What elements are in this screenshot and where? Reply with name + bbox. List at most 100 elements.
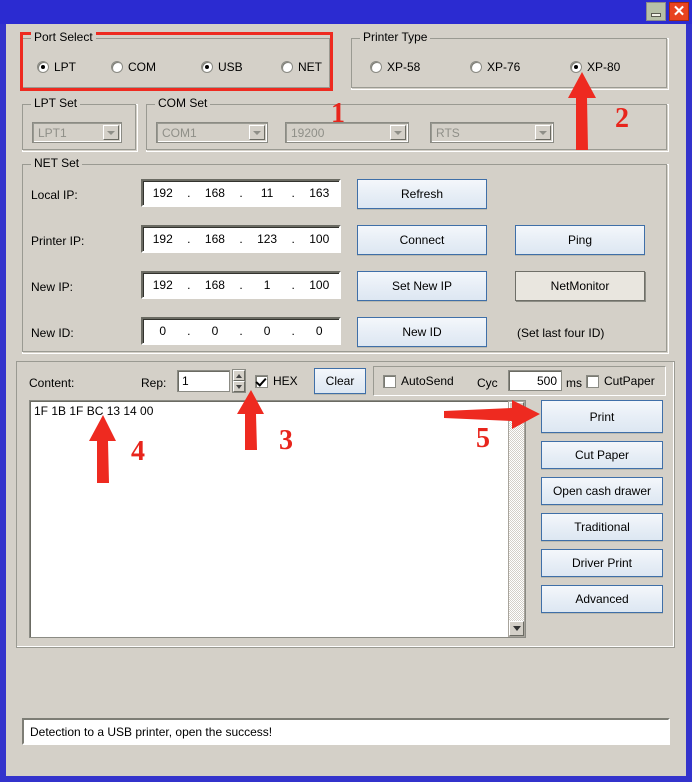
title-bar: ✕ <box>0 0 692 24</box>
window-controls: ✕ <box>646 2 689 21</box>
button-label: Refresh <box>400 187 444 201</box>
netmonitor-button[interactable]: NetMonitor <box>515 271 645 301</box>
spinner-up-icon[interactable] <box>233 370 245 381</box>
chevron-down-icon[interactable] <box>390 125 406 140</box>
content-label: Content: <box>29 376 75 390</box>
lpt-set-legend: LPT Set <box>31 97 81 109</box>
scroll-down-icon[interactable] <box>509 621 524 636</box>
printer-ip-input[interactable]: 192. 168. 123. 100 <box>141 225 341 253</box>
rep-input[interactable]: 1 <box>177 370 230 392</box>
scroll-up-icon[interactable] <box>509 402 524 417</box>
id-octet: 0 <box>315 324 323 338</box>
ip-separator: . <box>291 186 295 200</box>
com-baud-select[interactable]: 19200 <box>285 122 409 143</box>
minimize-button[interactable] <box>646 2 666 21</box>
radio-label: XP-76 <box>487 60 521 74</box>
radio-port-usb[interactable]: USB <box>201 60 243 74</box>
radio-dot-icon <box>570 61 582 73</box>
new-ip-label: New IP: <box>31 280 74 294</box>
printer-type-group: Printer Type XP-58 XP-76 XP-80 <box>351 31 669 90</box>
id-octet: 0 <box>263 324 271 338</box>
com-flow-select[interactable]: RTS <box>430 122 554 143</box>
close-button[interactable]: ✕ <box>669 2 689 21</box>
ip-separator: . <box>187 278 191 292</box>
driver-print-button[interactable]: Driver Print <box>541 549 663 577</box>
radio-type-xp58[interactable]: XP-58 <box>370 60 420 74</box>
button-label: Set New IP <box>391 279 453 293</box>
content-scrollbar[interactable] <box>508 401 525 637</box>
hex-label: HEX <box>273 374 298 388</box>
open-cash-drawer-button[interactable]: Open cash drawer <box>541 477 663 505</box>
radio-dot-icon <box>470 61 482 73</box>
ip-separator: . <box>239 278 243 292</box>
traditional-button[interactable]: Traditional <box>541 513 663 541</box>
checkbox-icon <box>255 374 268 388</box>
button-label: Advanced <box>575 592 629 606</box>
button-label: Driver Print <box>571 556 632 570</box>
com-baud-value: 19200 <box>291 125 325 140</box>
cyc-input[interactable]: 500 <box>508 370 562 391</box>
content-panel: Content: Rep: 1 HEX Clear AutoSend Cyc 5… <box>16 361 675 648</box>
new-ip-input[interactable]: 192. 168. 1. 100 <box>141 271 341 299</box>
ip-octet: 11 <box>260 186 274 200</box>
radio-dot-icon <box>111 61 123 73</box>
radio-port-lpt[interactable]: LPT <box>37 60 76 74</box>
radio-dot-icon <box>37 61 49 73</box>
ip-octet: 192 <box>152 278 173 292</box>
ip-separator: . <box>187 324 191 338</box>
radio-label: COM <box>128 60 156 74</box>
ip-separator: . <box>187 232 191 246</box>
id-octet: 0 <box>211 324 219 338</box>
button-label: Ping <box>567 233 593 247</box>
local-ip-input[interactable]: 192. 168. 11. 163 <box>141 179 341 207</box>
new-id-label: New ID: <box>31 326 74 340</box>
content-text: 1F 1B 1F BC 13 14 00 <box>34 404 154 418</box>
radio-type-xp80[interactable]: XP-80 <box>570 60 620 74</box>
chevron-down-icon[interactable] <box>535 125 551 140</box>
status-message: Detection to a USB printer, open the suc… <box>30 724 273 739</box>
chevron-down-icon[interactable] <box>249 125 265 140</box>
radio-port-com[interactable]: COM <box>111 60 156 74</box>
lpt-port-select[interactable]: LPT1 <box>32 122 122 143</box>
checkbox-icon <box>383 374 396 388</box>
port-select-legend: Port Select <box>31 31 96 43</box>
id-octet: 0 <box>159 324 167 338</box>
ip-octet: 168 <box>204 186 225 200</box>
autosend-checkbox[interactable]: AutoSend <box>383 374 454 388</box>
ip-separator: . <box>239 232 243 246</box>
rep-value: 1 <box>182 374 189 388</box>
com-set-legend: COM Set <box>155 97 211 109</box>
cutpaper-checkbox[interactable]: CutPaper <box>586 374 655 388</box>
spinner-down-icon[interactable] <box>233 381 245 392</box>
radio-type-xp76[interactable]: XP-76 <box>470 60 520 74</box>
print-button[interactable]: Print <box>541 400 663 433</box>
ip-octet: 100 <box>309 278 330 292</box>
hex-checkbox[interactable]: HEX <box>255 374 298 388</box>
radio-dot-icon <box>370 61 382 73</box>
new-id-button[interactable]: New ID <box>357 317 487 347</box>
ip-separator: . <box>291 278 295 292</box>
button-label: New ID <box>402 325 442 339</box>
cut-paper-button[interactable]: Cut Paper <box>541 441 663 469</box>
rep-label: Rep: <box>141 376 167 390</box>
radio-dot-icon <box>201 61 213 73</box>
advanced-button[interactable]: Advanced <box>541 585 663 613</box>
set-new-ip-button[interactable]: Set New IP <box>357 271 487 301</box>
rep-spinner[interactable] <box>232 369 246 393</box>
button-label: Cut Paper <box>574 448 630 462</box>
ping-button[interactable]: Ping <box>515 225 645 255</box>
radio-port-net[interactable]: NET <box>281 60 322 74</box>
connect-button[interactable]: Connect <box>357 225 487 255</box>
clear-button[interactable]: Clear <box>314 368 366 394</box>
ip-octet: 192 <box>152 232 173 246</box>
content-textarea[interactable]: 1F 1B 1F BC 13 14 00 <box>29 400 526 638</box>
lpt-set-group: LPT Set LPT1 <box>22 97 138 152</box>
button-label: Clear <box>325 374 355 388</box>
com-port-select[interactable]: COM1 <box>156 122 268 143</box>
ip-octet: 192 <box>152 186 173 200</box>
chevron-down-icon[interactable] <box>103 125 119 140</box>
button-label: NetMonitor <box>550 279 610 293</box>
refresh-button[interactable]: Refresh <box>357 179 487 209</box>
cyc-value: 500 <box>536 373 557 388</box>
new-id-input[interactable]: 0. 0. 0. 0 <box>141 317 341 345</box>
